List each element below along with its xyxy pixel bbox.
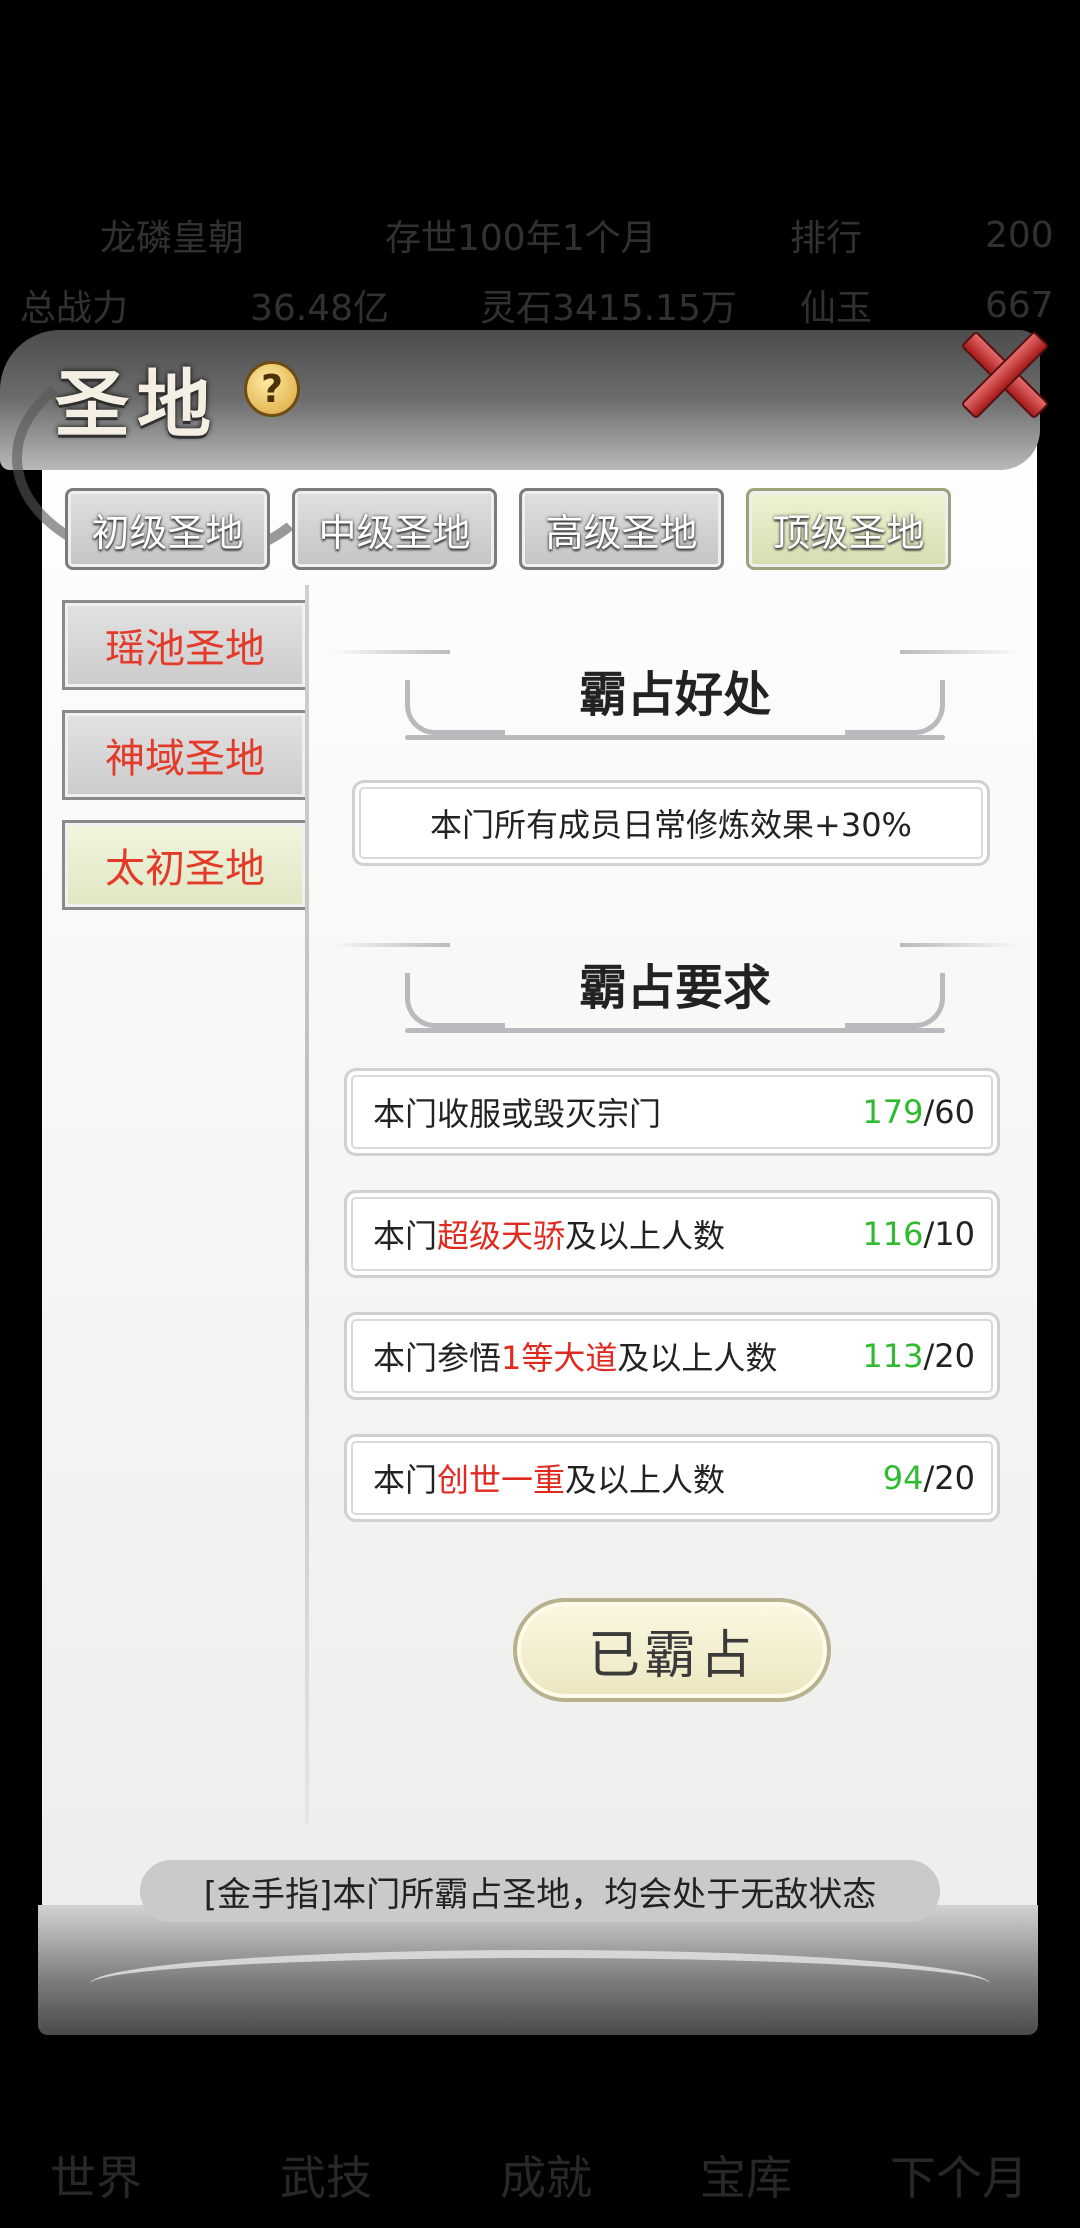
bg-nav-skills: 武技	[280, 2151, 372, 2205]
sidebar-item-yaochi[interactable]: 瑶池圣地	[62, 600, 305, 690]
bg-power-value: 36.48亿	[250, 288, 390, 329]
ornament-line	[330, 943, 450, 947]
benefit-text: 本门所有成员日常修炼效果+30%	[352, 780, 990, 866]
requirement-heading: 霸占要求	[578, 960, 771, 1016]
requirement-progress: 113/20	[862, 1337, 975, 1375]
requirement-label: 本门收服或毁灭宗门	[373, 1089, 661, 1135]
tab-intermediate[interactable]: 中级圣地	[292, 488, 497, 570]
close-icon[interactable]	[960, 330, 1050, 420]
requirement-highlight: 1等大道	[501, 1339, 618, 1377]
occupied-button[interactable]: 已霸占	[513, 1598, 831, 1702]
progress-required: /10	[923, 1215, 976, 1253]
divider	[305, 585, 309, 1825]
requirement-text-suffix: 及以上人数	[565, 1461, 726, 1499]
requirement-label: 本门创世一重及以上人数	[373, 1455, 725, 1501]
benefit-heading: 霸占好处	[578, 667, 771, 723]
ornament-line	[900, 943, 1020, 947]
dialog-title: 圣地	[55, 362, 219, 448]
requirement-text: 本门收服或毁灭宗门	[373, 1095, 662, 1133]
ornament-line	[405, 735, 945, 740]
tab-top[interactable]: 顶级圣地	[746, 488, 951, 570]
bg-nav-treasury: 宝库	[700, 2151, 792, 2205]
bg-power-label: 总战力	[20, 288, 129, 329]
sidebar-item-shenyu[interactable]: 神域圣地	[62, 710, 305, 800]
tab-basic[interactable]: 初级圣地	[65, 488, 270, 570]
bg-rank-value: 200	[985, 214, 1054, 256]
tab-advanced[interactable]: 高级圣地	[519, 488, 724, 570]
progress-required: /20	[923, 1337, 976, 1375]
bg-jade-label: 仙玉	[800, 288, 873, 329]
progress-current: 179	[862, 1093, 924, 1131]
bg-rank-label: 排行	[790, 218, 863, 259]
requirement-progress: 94/20	[883, 1459, 975, 1497]
cloud-ornament	[90, 1950, 990, 2018]
benefit-section-header: 霸占好处	[330, 650, 1020, 740]
progress-current: 113	[862, 1337, 924, 1375]
ornament-line	[405, 1028, 945, 1033]
requirement-progress: 179/60	[862, 1093, 975, 1131]
progress-current: 116	[862, 1215, 924, 1253]
requirement-row: 本门超级天骄及以上人数 116/10	[344, 1190, 1000, 1278]
requirement-label: 本门超级天骄及以上人数	[373, 1211, 725, 1257]
requirement-text: 本门	[373, 1461, 438, 1499]
requirement-text: 本门参悟	[373, 1339, 502, 1377]
progress-required: /20	[923, 1459, 976, 1497]
requirement-row: 本门参悟1等大道及以上人数 113/20	[344, 1312, 1000, 1400]
bg-nav-world: 世界	[50, 2151, 142, 2205]
bg-age: 存世100年1个月	[385, 218, 657, 259]
requirement-highlight: 超级天骄	[437, 1217, 566, 1255]
ornament-line	[900, 650, 1020, 654]
progress-required: /60	[923, 1093, 976, 1131]
bg-sect-name: 龙磷皇朝	[100, 218, 245, 259]
golden-finger-tip: [金手指]本门所霸占圣地，均会处于无敌状态	[140, 1860, 940, 1922]
requirement-row: 本门创世一重及以上人数 94/20	[344, 1434, 1000, 1522]
tier-tabs: 初级圣地 中级圣地 高级圣地 顶级圣地	[65, 488, 951, 570]
holy-land-list: 瑶池圣地 神域圣地 太初圣地	[62, 600, 305, 930]
bg-nav-next-month: 下个月	[890, 2151, 1028, 2205]
requirement-text: 本门	[373, 1217, 438, 1255]
background-status-bar: 龙磷皇朝 存世100年1个月 排行 200 总战力 36.48亿 灵石3415.…	[0, 190, 1080, 340]
bg-nav-achievements: 成就	[500, 2151, 592, 2205]
bg-spirit-stone: 灵石3415.15万	[480, 288, 737, 329]
requirement-text-suffix: 及以上人数	[617, 1339, 778, 1377]
requirement-highlight: 创世一重	[437, 1461, 566, 1499]
ornament-line	[330, 650, 450, 654]
progress-current: 94	[882, 1459, 924, 1497]
requirement-section-header: 霸占要求	[330, 943, 1020, 1033]
background-bottom-nav: 世界 武技 成就 宝库 下个月	[0, 2038, 1080, 2228]
requirement-list: 本门收服或毁灭宗门 179/60 本门超级天骄及以上人数 116/10 本门参悟…	[344, 1068, 1000, 1556]
requirement-label: 本门参悟1等大道及以上人数	[373, 1333, 777, 1379]
requirement-progress: 116/10	[862, 1215, 975, 1253]
question-icon[interactable]: ?	[244, 361, 300, 417]
requirement-row: 本门收服或毁灭宗门 179/60	[344, 1068, 1000, 1156]
sidebar-item-taichu[interactable]: 太初圣地	[62, 820, 305, 910]
requirement-text-suffix: 及以上人数	[565, 1217, 726, 1255]
bg-jade-value: 667	[985, 284, 1054, 326]
